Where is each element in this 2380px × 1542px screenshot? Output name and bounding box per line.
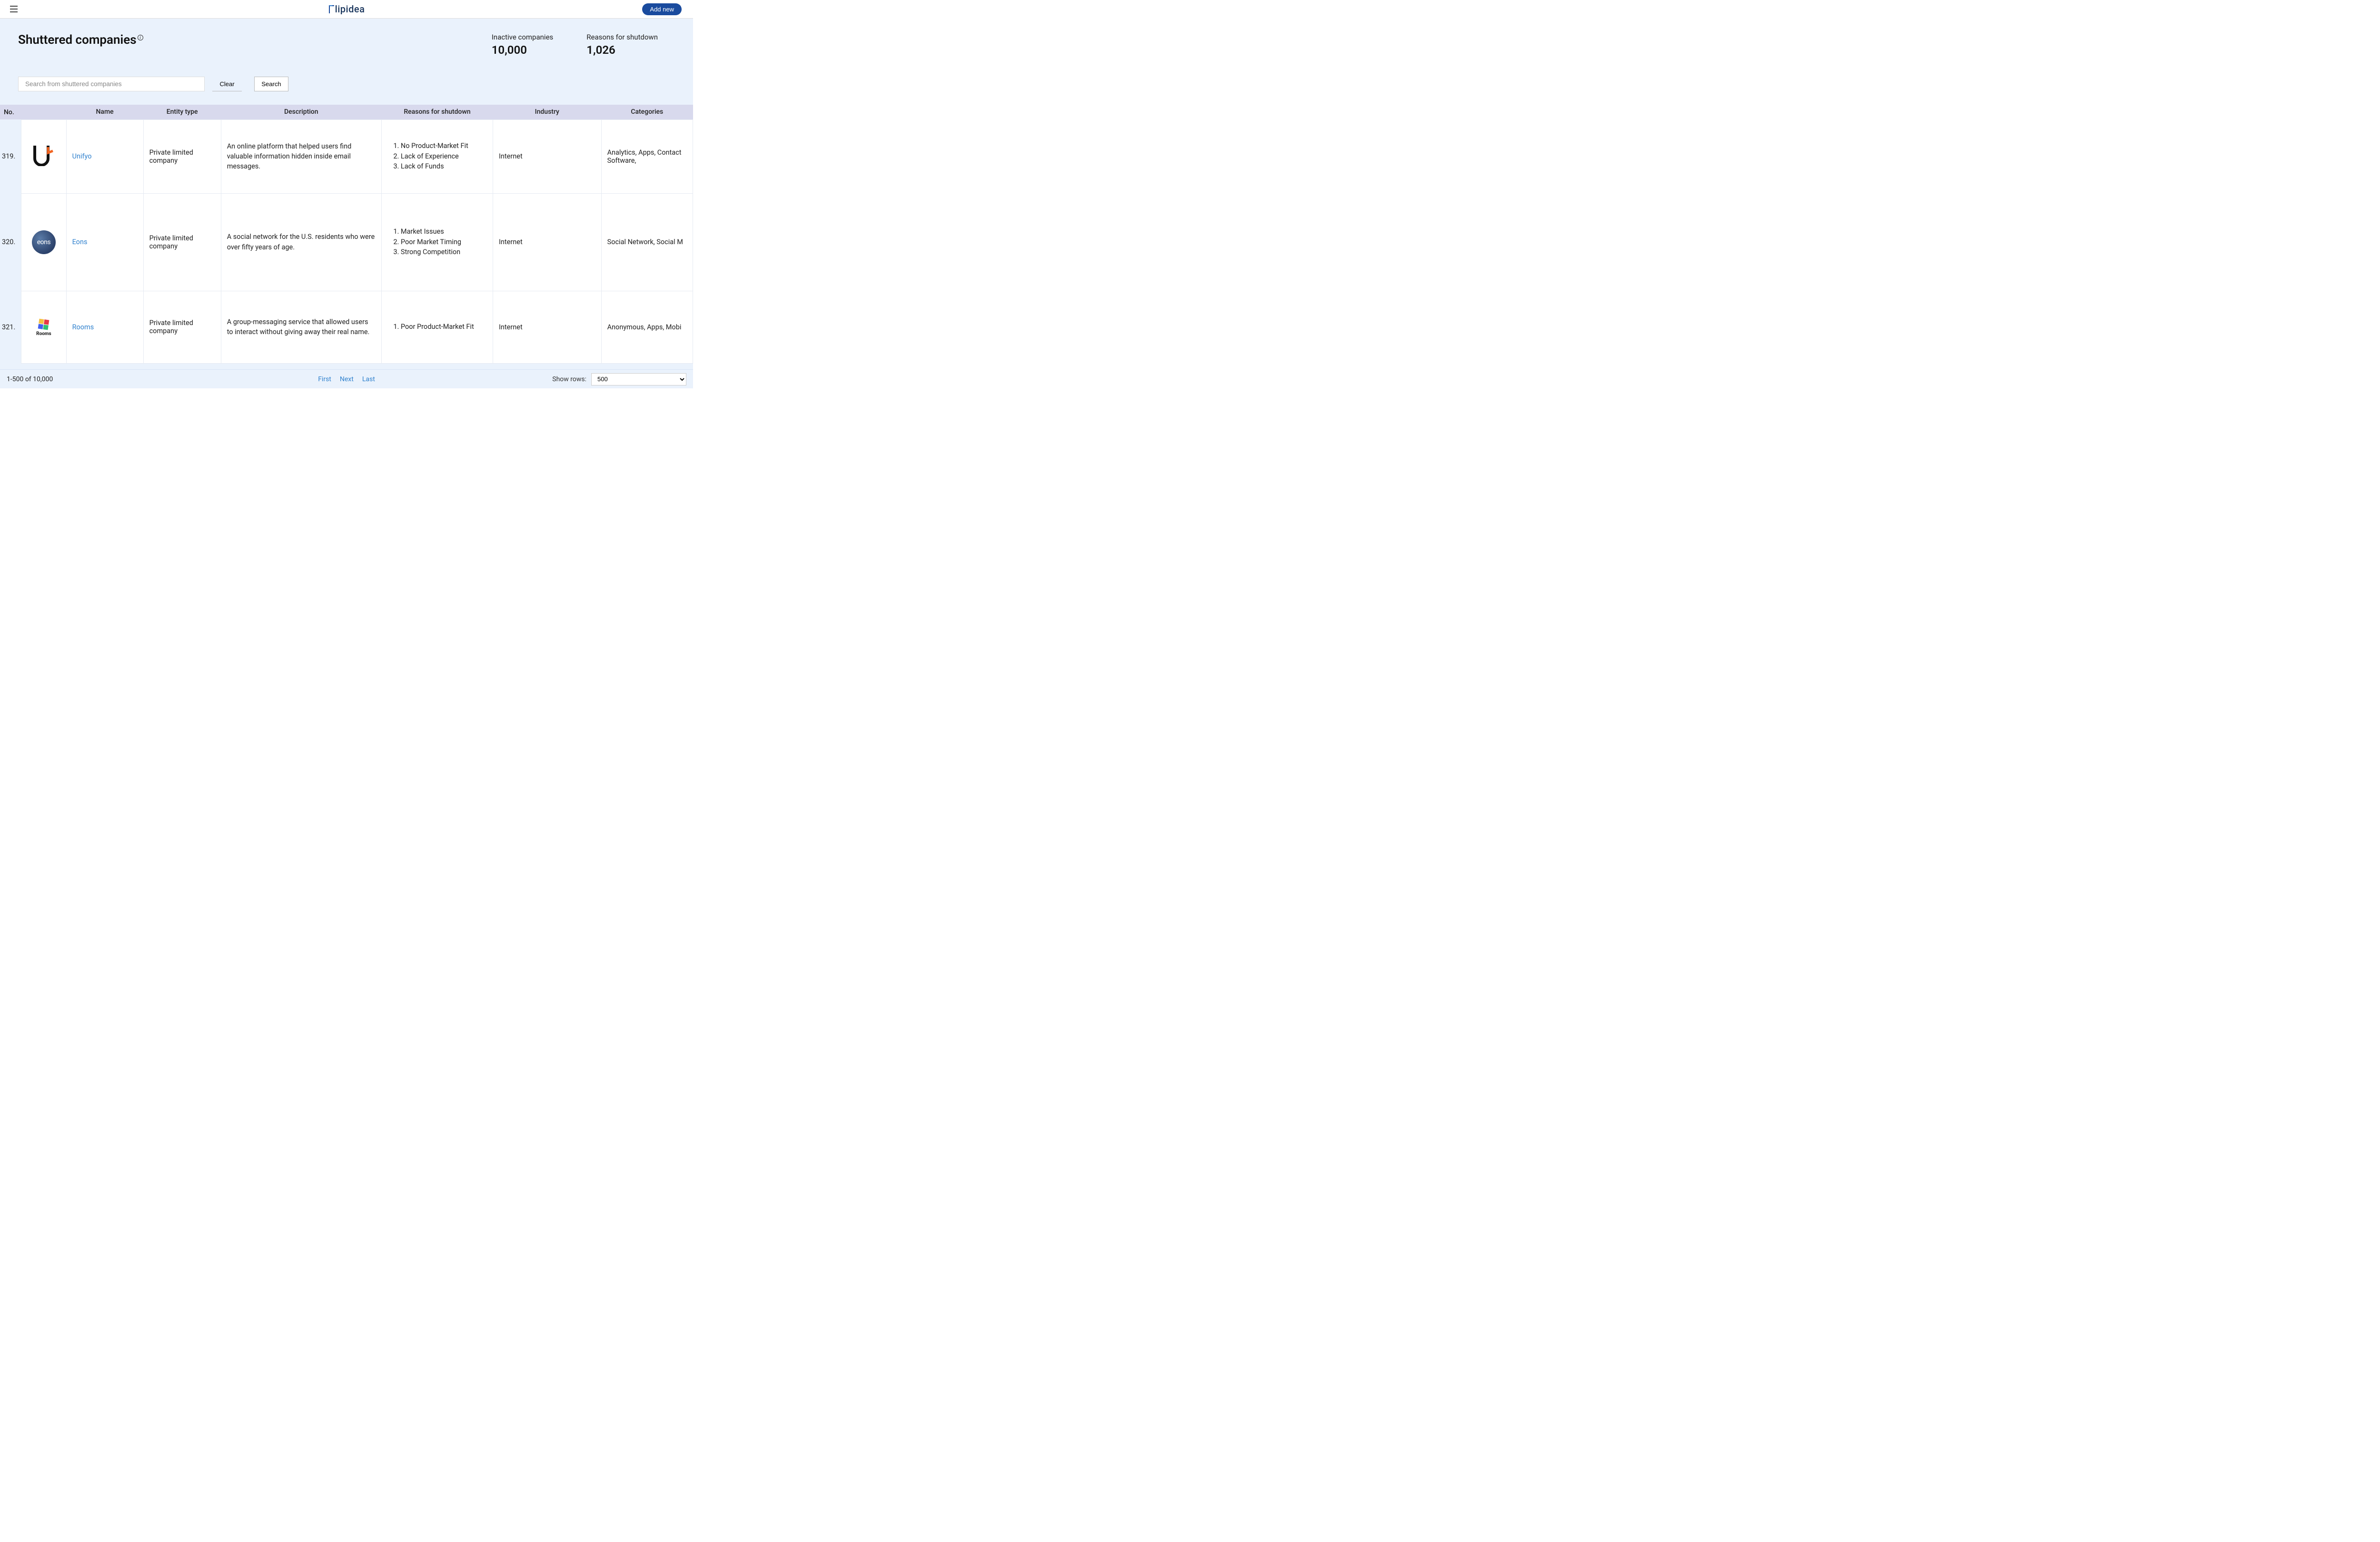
cell-description: A group-messaging service that allowed u… [221,291,381,363]
reason-item: Market Issues [401,227,487,237]
hamburger-menu-icon[interactable] [10,6,18,12]
rows-per-page: Show rows: 500 [552,373,686,386]
pagination-range: 1-500 of 10,000 [7,376,53,383]
th-name: Name [66,105,143,119]
cell-no: 320. [0,193,21,291]
brand-name: lipidea [335,3,365,15]
cell-entity: Private limited company [143,291,221,363]
cell-description: A social network for the U.S. residents … [221,193,381,291]
cell-industry: Internet [493,291,601,363]
companies-table-wrap[interactable]: No. Name Entity type Description Reasons… [0,105,693,364]
brand-logo[interactable]: lipidea [328,3,365,15]
cell-name: Eons [66,193,143,291]
pagination-footer: 1-500 of 10,000 First Next Last Show row… [0,369,693,388]
search-button[interactable]: Search [254,77,288,91]
company-logo-eons: eons [32,230,56,254]
reason-item: Lack of Funds [401,161,487,172]
cell-reasons: Poor Product-Market Fit [381,291,493,363]
reason-item: Lack of Experience [401,151,487,162]
th-industry: Industry [493,105,601,119]
company-logo-rooms: Rooms [36,319,51,336]
page-title: Shuttered companies [18,33,137,47]
cell-categories: Anonymous, Apps, Mobi [601,291,693,363]
stat-inactive-companies: Inactive companies 10,000 [492,33,554,57]
show-rows-label: Show rows: [552,376,586,383]
th-description: Description [221,105,381,119]
cell-no: 319. [0,119,21,193]
reason-item: No Product-Market Fit [401,141,487,151]
search-bar: Clear Search [0,57,693,105]
stat-label: Inactive companies [492,33,554,41]
pagination-next[interactable]: Next [340,376,354,383]
info-icon[interactable]: i [138,35,143,40]
cell-entity: Private limited company [143,193,221,291]
cell-entity: Private limited company [143,119,221,193]
pagination-last[interactable]: Last [362,376,375,383]
stat-label: Reasons for shutdown [586,33,658,41]
stat-reasons-shutdown: Reasons for shutdown 1,026 [586,33,658,57]
pagination-first[interactable]: First [318,376,331,383]
cell-description: An online platform that helped users fin… [221,119,381,193]
cell-logo: Rooms [21,291,66,363]
cell-name: Rooms [66,291,143,363]
pagination-links: First Next Last [318,376,375,383]
stats-panel: Inactive companies 10,000 Reasons for sh… [492,33,658,57]
table-row: 321. Rooms Rooms Private limited companyA g… [0,291,693,363]
show-rows-select[interactable]: 500 [591,373,686,386]
reason-item: Strong Competition [401,247,487,257]
reason-item: Poor Product-Market Fit [401,322,487,332]
app-header: lipidea Add new [0,0,693,19]
top-section: Shuttered companies i Inactive companies… [0,19,693,57]
stat-value: 10,000 [492,43,554,57]
company-link[interactable]: Rooms [72,323,94,331]
clear-button[interactable]: Clear [212,77,242,91]
cell-logo: eons [21,193,66,291]
th-reasons: Reasons for shutdown [381,105,493,119]
cell-reasons: Market IssuesPoor Market TimingStrong Co… [381,193,493,291]
cell-no: 321. [0,291,21,363]
table-row: 319. Unifyo Private limited companyAn onli… [0,119,693,193]
stat-value: 1,026 [586,43,658,57]
logo-mark-icon [328,4,335,14]
company-logo-unifyo [33,145,55,168]
cell-categories: Analytics, Apps, Contact Software, [601,119,693,193]
cell-categories: Social Network, Social M [601,193,693,291]
cell-name: Unifyo [66,119,143,193]
reason-item: Poor Market Timing [401,237,487,247]
cell-reasons: No Product-Market FitLack of ExperienceL… [381,119,493,193]
th-entity: Entity type [143,105,221,119]
cell-industry: Internet [493,119,601,193]
table-row: 320. eons Eons Private limited companyA soc… [0,193,693,291]
cell-logo [21,119,66,193]
company-link[interactable]: Unifyo [72,152,92,160]
cell-industry: Internet [493,193,601,291]
table-header-row: No. Name Entity type Description Reasons… [0,105,693,119]
search-input[interactable] [18,77,205,91]
companies-table: No. Name Entity type Description Reasons… [0,105,693,364]
th-logo [21,105,66,119]
add-new-button[interactable]: Add new [642,3,682,15]
th-no: No. [0,105,21,119]
company-link[interactable]: Eons [72,238,88,246]
main-content: Shuttered companies i Inactive companies… [0,19,693,369]
th-categories: Categories [601,105,693,119]
